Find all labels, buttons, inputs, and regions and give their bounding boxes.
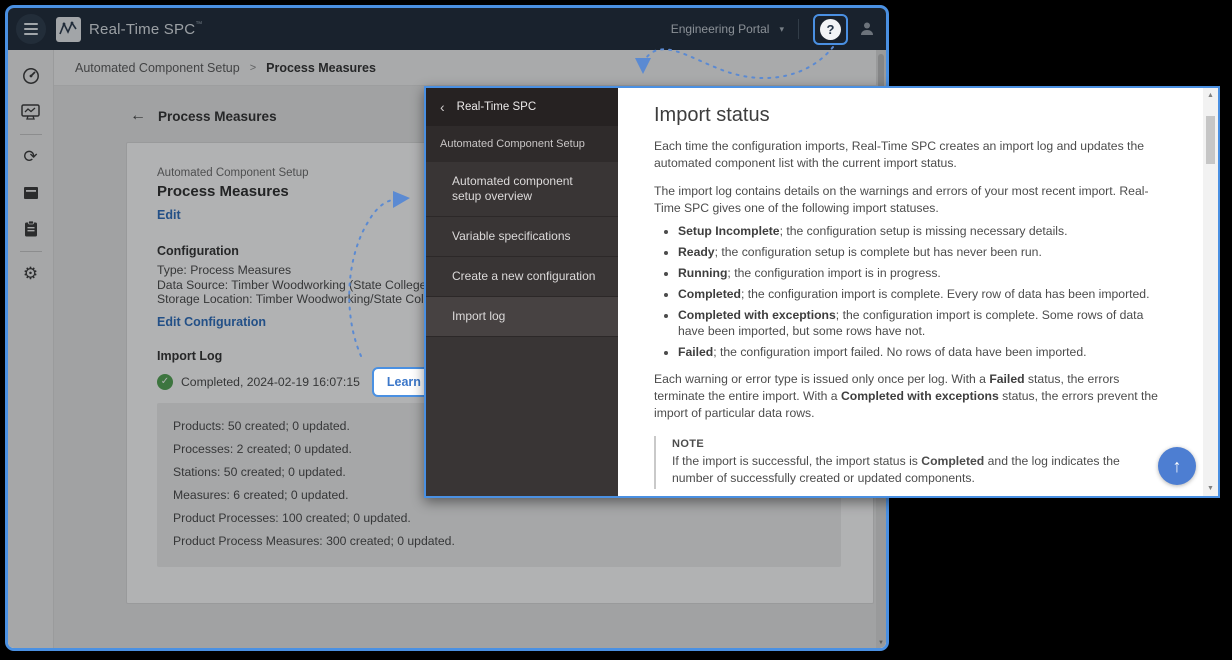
status-list-item: Completed with exceptions; the configura… — [678, 307, 1162, 339]
status-list-item: Failed; the configuration import failed.… — [678, 344, 1162, 360]
help-nav-item-variable-specs[interactable]: Variable specifications — [426, 217, 618, 257]
note-callout: NOTE If the import is successful, the im… — [654, 436, 1162, 489]
help-panel: ‹ Real-Time SPC Automated Component Setu… — [424, 86, 1220, 498]
screenshot-stage: Real-Time SPC™ Engineering Portal ▾ ? — [0, 0, 1232, 660]
help-nav: ‹ Real-Time SPC Automated Component Setu… — [426, 88, 618, 496]
status-list-item: Ready; the configuration setup is comple… — [678, 244, 1162, 260]
question-mark-icon: ? — [827, 22, 835, 37]
status-list-item: Completed; the configuration import is c… — [678, 286, 1162, 302]
help-article-title: Import status — [654, 104, 1162, 127]
chevron-left-icon: ‹ — [440, 99, 445, 115]
up-arrow-icon: ↑ — [1173, 456, 1182, 477]
note-text: If the import is successful, the import … — [672, 453, 1162, 487]
help-nav-item-import-log[interactable]: Import log — [426, 297, 618, 337]
status-list-item: Running; the configuration import is in … — [678, 265, 1162, 281]
help-button-highlight-ring: ? — [813, 14, 848, 45]
help-scrollbar[interactable]: ▲ ▼ — [1203, 88, 1218, 496]
help-nav-back-label: Real-Time SPC — [457, 101, 536, 113]
help-nav-section-label: Automated Component Setup — [426, 126, 618, 162]
help-nav-back[interactable]: ‹ Real-Time SPC — [426, 88, 618, 126]
scroll-up-arrow-icon[interactable]: ▲ — [1203, 92, 1218, 99]
note-label: NOTE — [672, 438, 1162, 450]
help-content: Import status Each time the configuratio… — [618, 88, 1218, 496]
scroll-to-top-button[interactable]: ↑ — [1158, 447, 1196, 485]
help-nav-item-overview[interactable]: Automated component setup overview — [426, 162, 618, 217]
status-list: Setup Incomplete; the configuration setu… — [678, 223, 1162, 360]
help-button[interactable]: ? — [820, 19, 841, 40]
status-list-item: Setup Incomplete; the configuration setu… — [678, 223, 1162, 239]
help-scrollbar-thumb[interactable] — [1206, 116, 1215, 164]
scroll-down-arrow-icon[interactable]: ▼ — [1203, 485, 1218, 492]
help-nav-item-create-config[interactable]: Create a new configuration — [426, 257, 618, 297]
help-paragraph: The import log contains details on the w… — [654, 183, 1162, 217]
help-paragraph: Each warning or error type is issued onl… — [654, 371, 1162, 422]
help-paragraph: Each time the configuration imports, Rea… — [654, 138, 1162, 172]
